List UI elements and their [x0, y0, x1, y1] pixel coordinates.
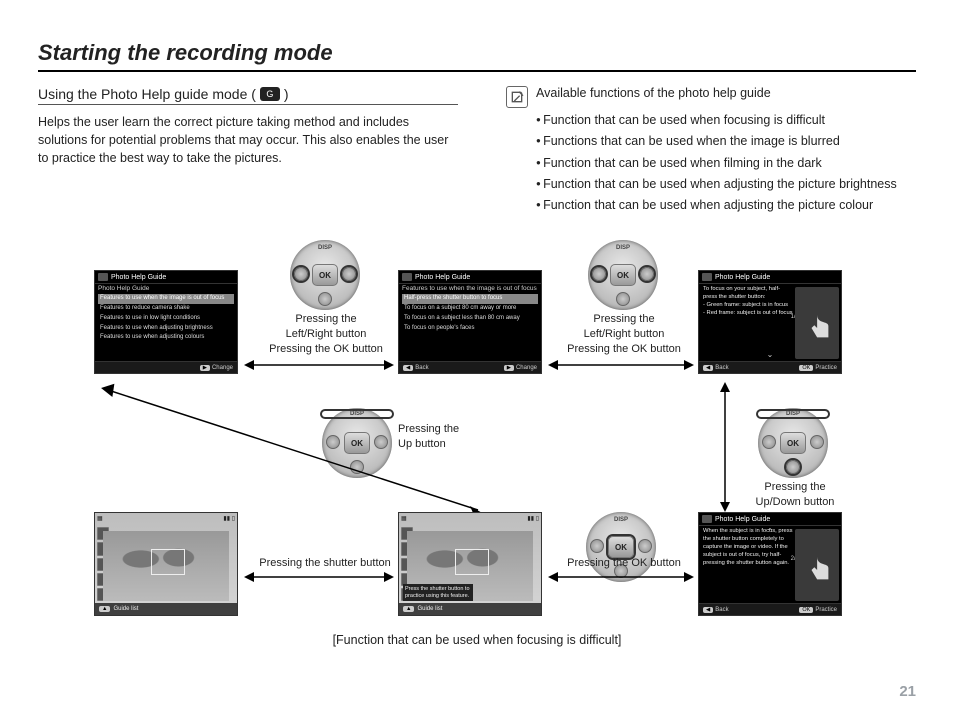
arrow-bidir-icon	[244, 358, 394, 372]
disp-label: DISP	[758, 411, 828, 417]
finger-press-icon	[803, 555, 835, 585]
dpad-lr-2: DISP OK	[588, 240, 658, 310]
screen-subtitle: Photo Help Guide	[95, 284, 237, 293]
section-heading: Using the Photo Help guide mode ( G )	[38, 86, 458, 105]
status-icons: ▮▮ ▯	[527, 515, 539, 525]
ok-button-icon: OK	[799, 607, 813, 613]
function-item: Function that can be used when adjusting…	[536, 174, 897, 195]
screen-result: ▦ ▮▮ ▯ ▲Guide list	[94, 512, 238, 616]
menu-item: Half-press the shutter button to focus	[402, 294, 538, 304]
ok-button-icon: OK	[312, 264, 338, 286]
page-number: 21	[899, 683, 916, 700]
finger-press-icon	[803, 313, 835, 343]
section-paragraph: Helps the user learn the correct picture…	[38, 113, 458, 167]
screen-info-2: Photo Help Guide 2/2 ⌃ When the subject …	[698, 512, 842, 616]
mode-icon: ▦	[97, 515, 103, 525]
mode-icon: ▦	[401, 515, 407, 525]
screen-info-1: Photo Help Guide 1/2 To focus on your su…	[698, 270, 842, 374]
foot-label: Back	[415, 365, 428, 371]
page-title: Starting the recording mode	[38, 40, 916, 72]
function-item: Function that can be used when filming i…	[536, 153, 897, 174]
menu-item: Features to use when adjusting colours	[98, 333, 234, 343]
chevron-down-icon: ⌄	[767, 350, 774, 359]
menu-item: Features to use in low light conditions	[98, 314, 234, 324]
disp-label: DISP	[586, 517, 656, 523]
ok-button-icon: OK	[610, 264, 636, 286]
function-item: Function that can be used when focusing …	[536, 110, 897, 131]
foot-label: Practice	[815, 607, 837, 613]
note-heading: Available functions of the photo help gu…	[536, 86, 897, 100]
foot-label: Guide list	[113, 606, 138, 612]
menu-item: To focus on a subject 80 cm away or more	[402, 304, 538, 314]
menu-item: Features to reduce camera shake	[98, 304, 234, 314]
foot-label: Change	[516, 365, 537, 371]
heading-post: )	[284, 86, 289, 102]
caption-shutter: Pressing the shutter button	[250, 556, 400, 571]
left-button-icon: ◀	[703, 607, 713, 613]
up-button-icon: ▲	[99, 606, 110, 612]
foot-label: Practice	[815, 365, 837, 371]
heading-pre: Using the Photo Help guide mode (	[38, 86, 256, 102]
arrow-diagonal-icon	[98, 380, 498, 520]
menu-item: Features to use when adjusting brightnes…	[98, 324, 234, 334]
status-icons: ▮▮ ▯	[223, 515, 235, 525]
dpad-lr-1: DISP OK	[290, 240, 360, 310]
screen-subtitle: Features to use when the image is out of…	[399, 284, 541, 293]
foot-label: Change	[212, 365, 233, 371]
screen-title: Photo Help Guide	[415, 274, 470, 281]
screen-practice: ▦ ▮▮ ▯ Press the shutter button to practi…	[398, 512, 542, 616]
left-button-icon: ◀	[703, 365, 713, 371]
arrow-bidir-icon	[244, 570, 394, 584]
arrow-bidir-icon	[548, 570, 694, 584]
menu-item: Features to use when the image is out of…	[98, 294, 234, 304]
function-list: Function that can be used when focusing …	[536, 110, 897, 216]
arrow-vert-bidir-icon	[718, 382, 732, 512]
mode-icon: G	[260, 87, 280, 101]
foot-label: Back	[715, 365, 728, 371]
caption-lr-ok-1: Pressing the Left/Right button Pressing …	[256, 312, 396, 357]
caption-updown: Pressing the Up/Down button	[736, 480, 854, 510]
menu-list: Half-press the shutter button to focus T…	[399, 293, 541, 334]
menu-item: To focus on a subject less than 80 cm aw…	[402, 314, 538, 324]
right-button-icon: ▶	[200, 365, 210, 371]
diagram-caption: [Function that can be used when focusing…	[38, 630, 916, 649]
focus-frame-icon	[151, 549, 185, 575]
disp-label: DISP	[290, 245, 360, 251]
function-item: Function that can be used when adjusting…	[536, 195, 897, 216]
camera-icon	[702, 273, 712, 281]
screen-menu-2: Photo Help Guide Features to use when th…	[398, 270, 542, 374]
up-button-icon: ▲	[403, 606, 414, 612]
screen-title: Photo Help Guide	[111, 274, 166, 281]
arrow-bidir-icon	[548, 358, 694, 372]
camera-icon	[98, 273, 108, 281]
right-button-icon: ▶	[504, 365, 514, 371]
screen-menu-1: Photo Help Guide Photo Help Guide Featur…	[94, 270, 238, 374]
chevron-up-icon: ⌃	[767, 527, 774, 536]
flow-diagram: Photo Help Guide Photo Help Guide Featur…	[38, 230, 916, 650]
camera-icon	[402, 273, 412, 281]
left-button-icon: ◀	[403, 365, 413, 371]
caption-ok: Pressing the OK button	[554, 556, 694, 571]
camera-icon	[702, 515, 712, 523]
ok-button-icon: OK	[608, 536, 634, 558]
foot-label: Guide list	[417, 606, 442, 612]
menu-list: Features to use when the image is out of…	[95, 293, 237, 344]
note-icon	[506, 86, 528, 108]
menu-item: To focus on people's faces	[402, 324, 538, 334]
ok-button-icon: OK	[799, 365, 813, 371]
focus-frame-icon	[455, 549, 489, 575]
foot-label: Back	[715, 607, 728, 613]
dpad-updown: DISP OK	[758, 408, 828, 478]
disp-label: DISP	[588, 245, 658, 251]
ok-button-icon: OK	[780, 432, 806, 454]
caption-lr-ok-2: Pressing the Left/Right button Pressing …	[554, 312, 694, 357]
practice-tip: Press the shutter button to practice usi…	[403, 584, 473, 601]
function-item: Functions that can be used when the imag…	[536, 131, 897, 152]
